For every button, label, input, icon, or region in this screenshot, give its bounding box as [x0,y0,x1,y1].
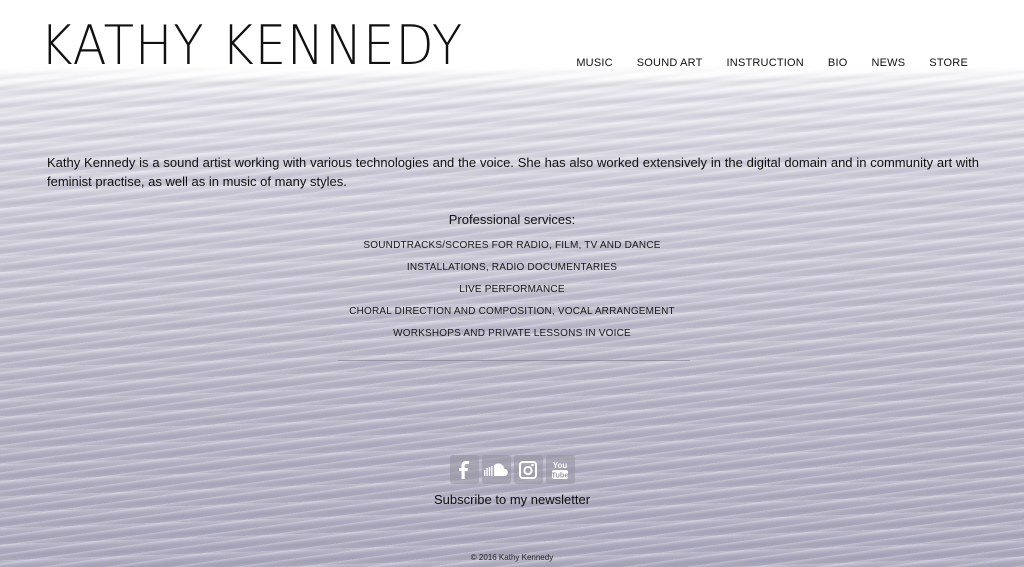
soundcloud-button[interactable] [481,455,511,484]
facebook-icon [459,460,469,479]
service-item: WORKSHOPS AND PRIVATE LESSONS IN VOICE [393,328,631,339]
site-logo[interactable]: KATHY KENNEDY [40,14,463,78]
youtube-button[interactable]: You Tube [545,455,575,484]
instagram-icon [519,460,537,479]
main-nav: MUSIC SOUND ART INSTRUCTION BIO NEWS STO… [576,57,968,69]
nav-item-music[interactable]: MUSIC [576,57,612,69]
nav-item-bio[interactable]: BIO [828,57,848,69]
svg-text:Tube: Tube [551,470,568,479]
service-item: SOUNDTRACKS/SCORES FOR RADIO, FILM, TV A… [363,240,661,251]
copyright-text: © 2016 Kathy Kennedy [470,553,554,562]
nav-item-sound-art[interactable]: SOUND ART [637,57,703,69]
svg-text:You: You [553,461,568,470]
service-item: CHORAL DIRECTION AND COMPOSITION, VOCAL … [349,306,675,317]
nav-item-store[interactable]: STORE [929,57,968,69]
service-item: LIVE PERFORMANCE [459,284,565,295]
newsletter-link[interactable]: Subscribe to my newsletter [0,492,1024,507]
instagram-button[interactable] [513,455,543,484]
social-links: You Tube [0,455,1024,484]
intro-paragraph: Kathy Kennedy is a sound artist working … [47,155,979,189]
facebook-button[interactable] [449,455,479,484]
section-divider [338,360,690,361]
service-item: INSTALLATIONS, RADIO DOCUMENTARIES [406,262,618,273]
youtube-icon: You Tube [551,461,568,480]
services-section: Professional services: SOUNDTRACKS/SCORE… [0,212,1024,345]
nav-item-news[interactable]: NEWS [871,57,905,69]
nav-item-instruction[interactable]: INSTRUCTION [727,57,804,69]
services-list: SOUNDTRACKS/SCORES FOR RADIO, FILM, TV A… [0,235,1024,345]
soundcloud-icon [484,463,508,476]
services-title: Professional services: [448,212,576,227]
